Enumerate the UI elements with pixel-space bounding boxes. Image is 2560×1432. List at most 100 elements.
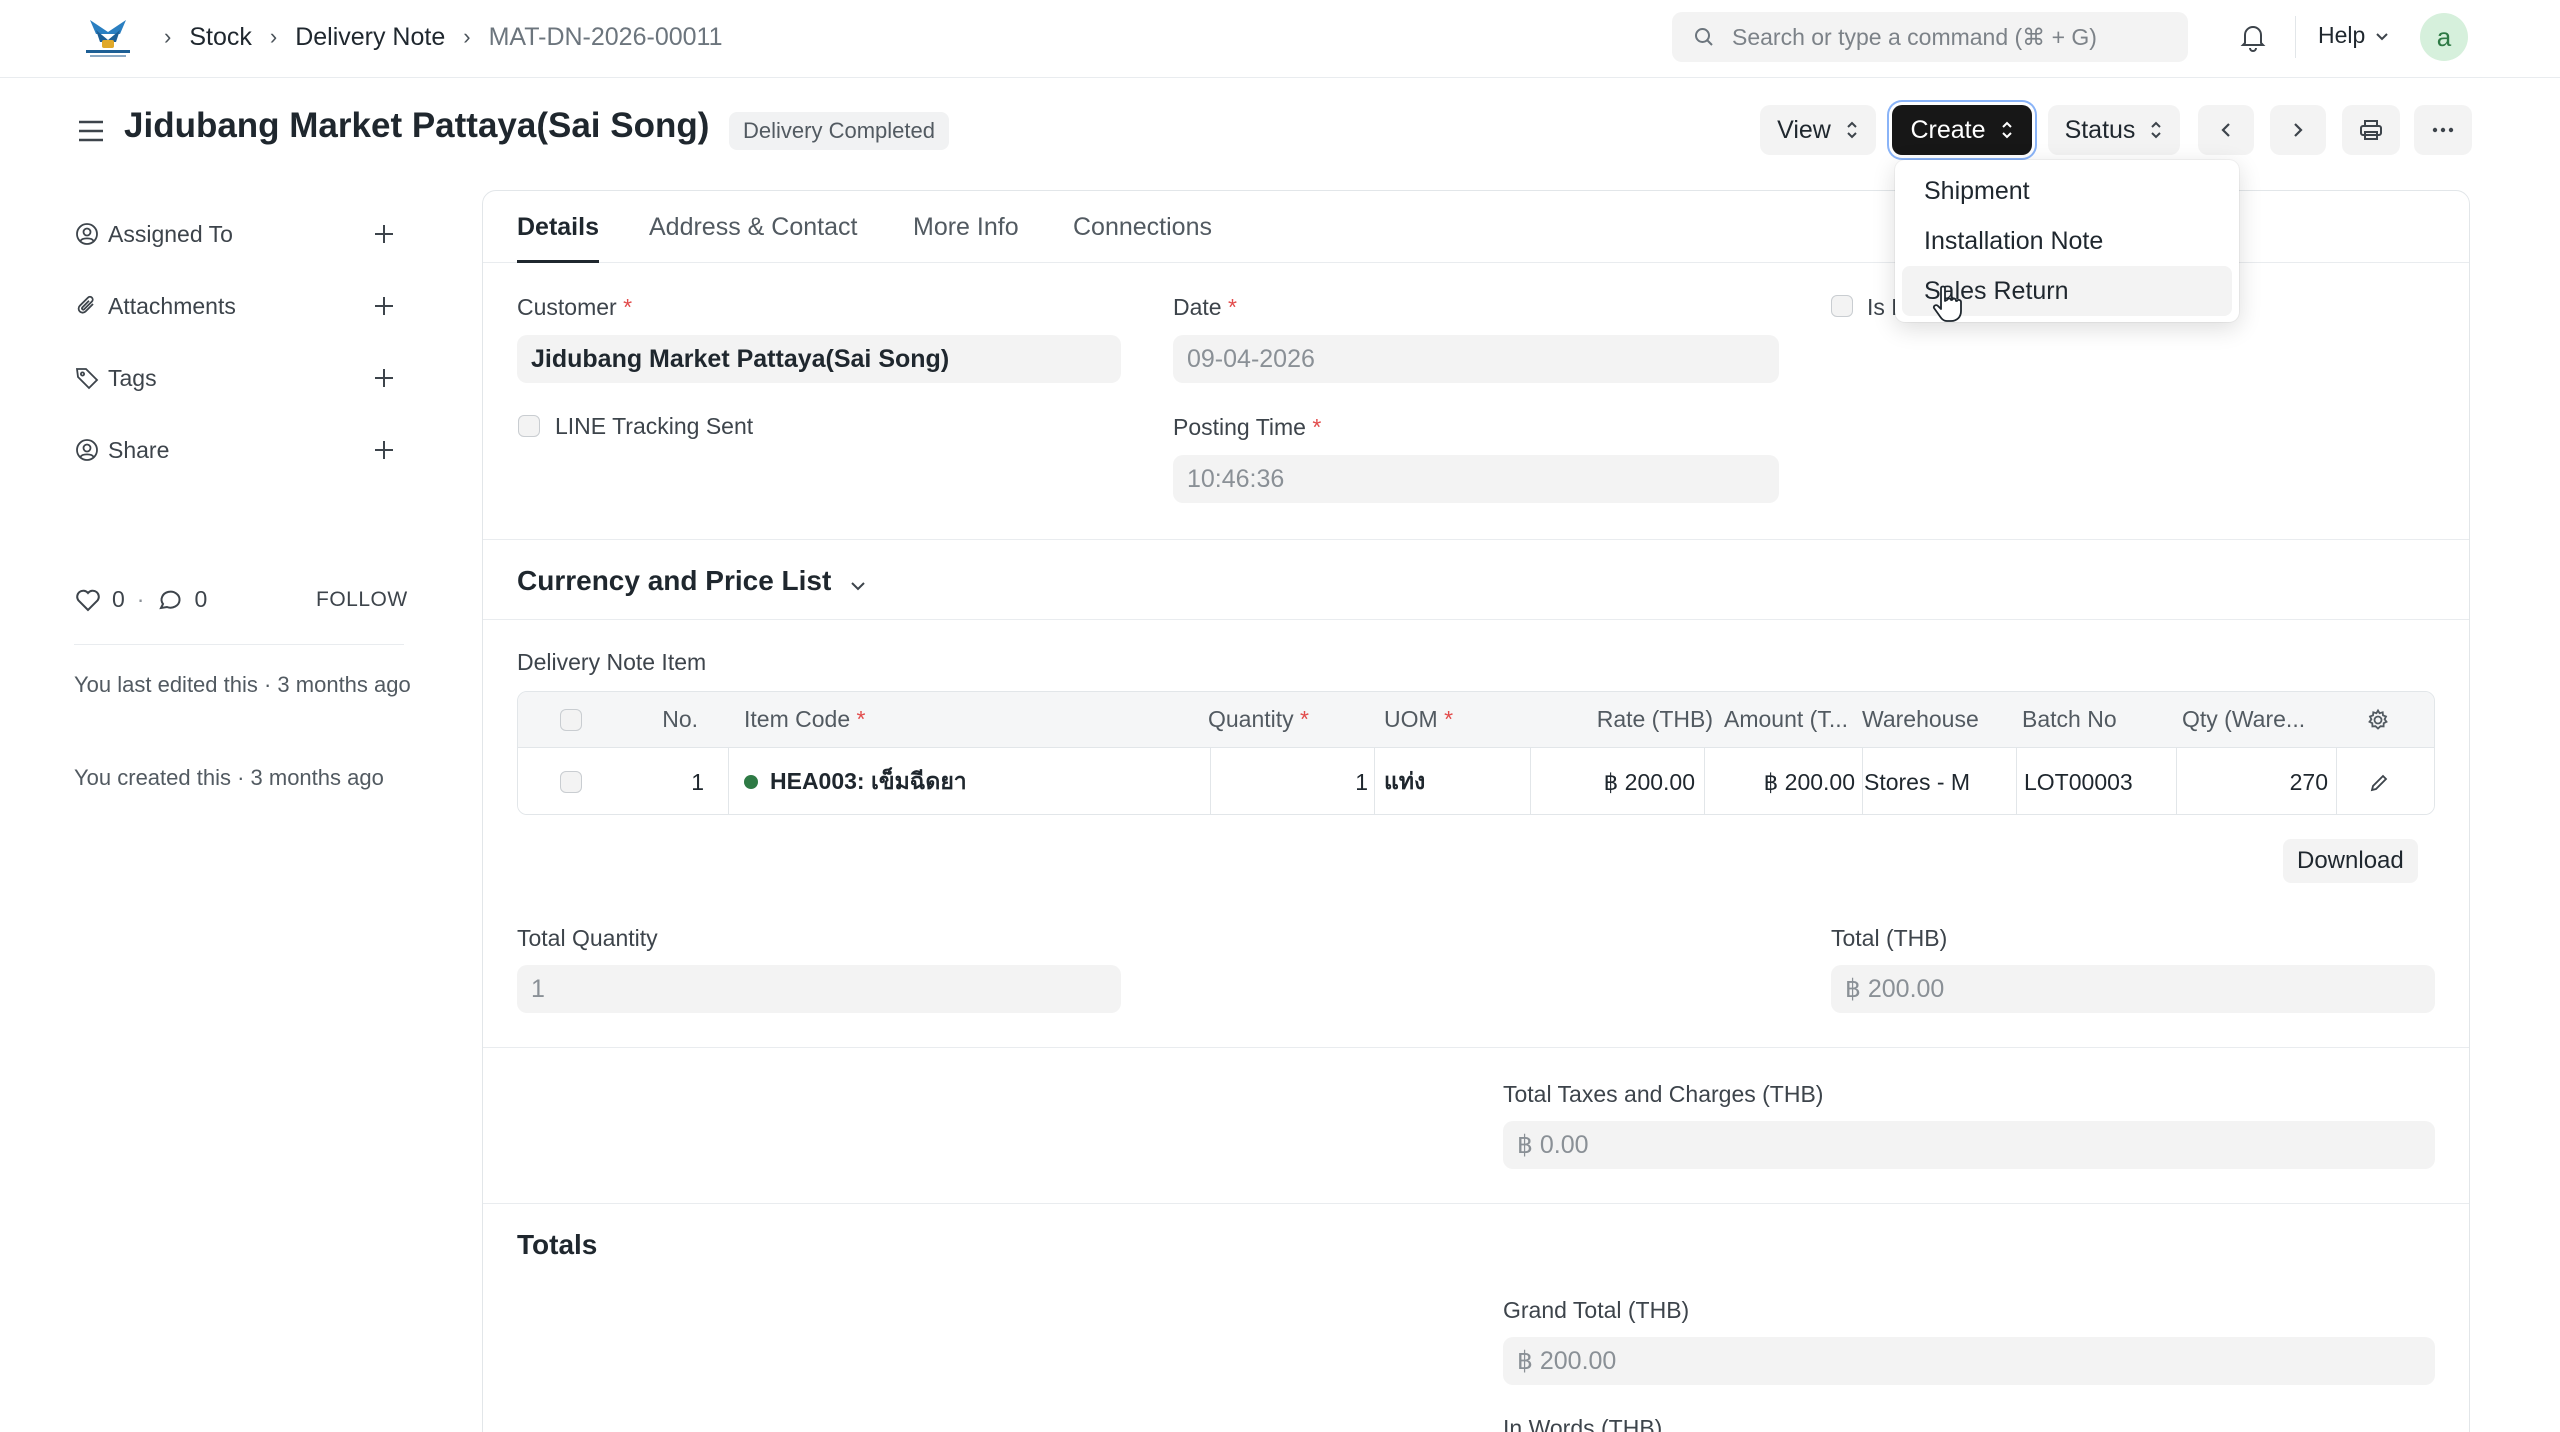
plus-icon[interactable] bbox=[370, 436, 398, 464]
sidebar-item-assigned-to[interactable]: Assigned To bbox=[74, 214, 404, 254]
in-words-label: In Words (THB) bbox=[1503, 1415, 1663, 1432]
currency-section-title[interactable]: Currency and Price List bbox=[517, 565, 831, 597]
likes-comments: 0 · 0 bbox=[74, 586, 207, 613]
avatar[interactable]: a bbox=[2420, 13, 2468, 61]
cell-item-code[interactable]: HEA003: เข็มฉีดยา bbox=[744, 748, 1164, 814]
cell-uom[interactable]: แท่ง bbox=[1384, 748, 1524, 814]
column-header-uom: UOM * bbox=[1384, 706, 1454, 732]
customer-label: Customer * bbox=[517, 294, 633, 320]
column-divider bbox=[1530, 748, 1531, 814]
printer-icon bbox=[2360, 120, 2382, 140]
status-badge: Delivery Completed bbox=[729, 112, 949, 150]
likes-count: 0 bbox=[112, 586, 125, 612]
section-divider bbox=[483, 539, 2469, 540]
grand-total-field: ฿ 200.00 bbox=[1503, 1337, 2435, 1385]
breadcrumb-delivery-note[interactable]: Delivery Note bbox=[295, 23, 445, 52]
separator-dot: · bbox=[136, 586, 145, 612]
menu-item-installation-note[interactable]: Installation Note bbox=[1902, 216, 2232, 266]
breadcrumb-document-id[interactable]: MAT-DN-2026-00011 bbox=[489, 23, 723, 52]
customer-field[interactable]: Jidubang Market Pattaya(Sai Song) bbox=[517, 335, 1121, 383]
section-divider bbox=[483, 1203, 2469, 1204]
sidebar-item-label: Tags bbox=[108, 364, 157, 391]
plus-icon[interactable] bbox=[370, 364, 398, 392]
tab-more-info[interactable]: More Info bbox=[913, 213, 1019, 242]
page-title: Jidubang Market Pattaya(Sai Song) bbox=[124, 106, 710, 145]
column-header-amount: Amount (T... bbox=[1724, 706, 1848, 732]
chevron-right-icon: › bbox=[164, 24, 172, 49]
comment-icon[interactable] bbox=[156, 587, 184, 613]
app-logo[interactable] bbox=[80, 14, 136, 62]
heart-icon[interactable] bbox=[74, 587, 102, 613]
plus-icon[interactable] bbox=[370, 220, 398, 248]
section-divider bbox=[483, 1047, 2469, 1048]
totals-section-title[interactable]: Totals bbox=[517, 1229, 597, 1261]
total-quantity-field: 1 bbox=[517, 965, 1121, 1013]
up-down-icon bbox=[2151, 121, 2162, 139]
sidebar-item-label: Assigned To bbox=[108, 220, 233, 247]
chevron-down-icon bbox=[2376, 32, 2389, 40]
row-select-cell bbox=[560, 748, 584, 814]
date-field[interactable]: 09-04-2026 bbox=[1173, 335, 1779, 383]
tab-details[interactable]: Details bbox=[517, 213, 599, 242]
print-button[interactable] bbox=[2342, 105, 2400, 155]
gear-icon[interactable] bbox=[2366, 708, 2390, 732]
table-row[interactable]: 1 HEA003: เข็มฉีดยา 1 แท่ง ฿ 200.00 ฿ 20… bbox=[518, 748, 2434, 814]
column-header-qty-warehouse: Qty (Ware... bbox=[2182, 706, 2306, 732]
total-quantity-label: Total Quantity bbox=[517, 925, 658, 951]
posting-time-field[interactable]: 10:46:36 bbox=[1173, 455, 1779, 503]
view-button[interactable]: View bbox=[1760, 105, 1876, 155]
sidebar-item-attachments[interactable]: Attachments bbox=[74, 286, 404, 326]
cell-warehouse[interactable]: Stores - M bbox=[1864, 748, 2014, 814]
cell-batch-no[interactable]: LOT00003 bbox=[2024, 748, 2174, 814]
follow-button[interactable]: FOLLOW bbox=[316, 588, 408, 612]
create-button[interactable]: Create bbox=[1892, 105, 2032, 155]
tab-address-contact[interactable]: Address & Contact bbox=[649, 213, 857, 242]
search-input[interactable]: Search or type a command (⌘ + G) bbox=[1672, 12, 2188, 62]
column-divider bbox=[2336, 748, 2337, 814]
comments-count: 0 bbox=[194, 586, 208, 612]
breadcrumb-stock[interactable]: Stock bbox=[189, 23, 252, 52]
chevron-down-icon[interactable] bbox=[847, 575, 869, 597]
column-header-quantity: Quantity * bbox=[1208, 706, 1309, 732]
select-all-checkbox[interactable] bbox=[560, 708, 582, 731]
column-divider bbox=[2016, 748, 2017, 814]
items-table: No. Item Code * Quantity * UOM * Rate (T… bbox=[517, 691, 2435, 815]
edit-pencil-icon[interactable] bbox=[2368, 772, 2390, 794]
hamburger-menu-icon[interactable] bbox=[74, 114, 108, 148]
last-edited-note: You last edited this · 3 months ago bbox=[74, 672, 411, 697]
menu-item-shipment[interactable]: Shipment bbox=[1902, 166, 2232, 216]
help-menu[interactable]: Help bbox=[2318, 22, 2391, 49]
total-label: Total (THB) bbox=[1831, 925, 1948, 951]
sidebar-item-tags[interactable]: Tags bbox=[74, 358, 404, 398]
plus-icon[interactable] bbox=[370, 292, 398, 320]
chevron-right-icon: › bbox=[269, 24, 278, 49]
select-all-cell bbox=[560, 692, 584, 747]
tab-connections[interactable]: Connections bbox=[1073, 213, 1212, 242]
previous-document-button[interactable] bbox=[2198, 105, 2254, 155]
chevron-right-icon: › bbox=[463, 24, 471, 49]
sidebar-item-share[interactable]: Share bbox=[74, 430, 404, 470]
sidebar-item-label: Attachments bbox=[108, 292, 236, 319]
stock-status-dot bbox=[744, 775, 758, 789]
is-return-checkbox[interactable] bbox=[1831, 295, 1853, 317]
more-actions-button[interactable] bbox=[2414, 105, 2472, 155]
chevron-left-icon bbox=[2221, 123, 2230, 137]
notification-bell-icon[interactable] bbox=[2236, 20, 2270, 54]
search-icon bbox=[1695, 28, 1713, 46]
download-button[interactable]: Download bbox=[2283, 839, 2418, 883]
status-button[interactable]: Status bbox=[2048, 105, 2180, 155]
total-taxes-label: Total Taxes and Charges (THB) bbox=[1503, 1081, 1824, 1107]
status-label: Status bbox=[2064, 115, 2136, 144]
line-tracking-checkbox[interactable] bbox=[518, 415, 540, 437]
total-taxes-field: ฿ 0.00 bbox=[1503, 1121, 2435, 1169]
user-circle-icon bbox=[76, 223, 98, 245]
cell-rate[interactable]: ฿ 200.00 bbox=[1538, 748, 1695, 814]
next-document-button[interactable] bbox=[2270, 105, 2326, 155]
posting-time-label: Posting Time * bbox=[1173, 414, 1322, 440]
cell-quantity[interactable]: 1 bbox=[1218, 748, 1368, 814]
row-checkbox[interactable] bbox=[560, 771, 582, 793]
column-divider bbox=[728, 748, 729, 814]
items-table-label: Delivery Note Item bbox=[517, 649, 707, 675]
active-tab-indicator bbox=[517, 260, 599, 263]
breadcrumb: › Stock › Delivery Note › MAT-DN-2026-00… bbox=[160, 20, 722, 54]
